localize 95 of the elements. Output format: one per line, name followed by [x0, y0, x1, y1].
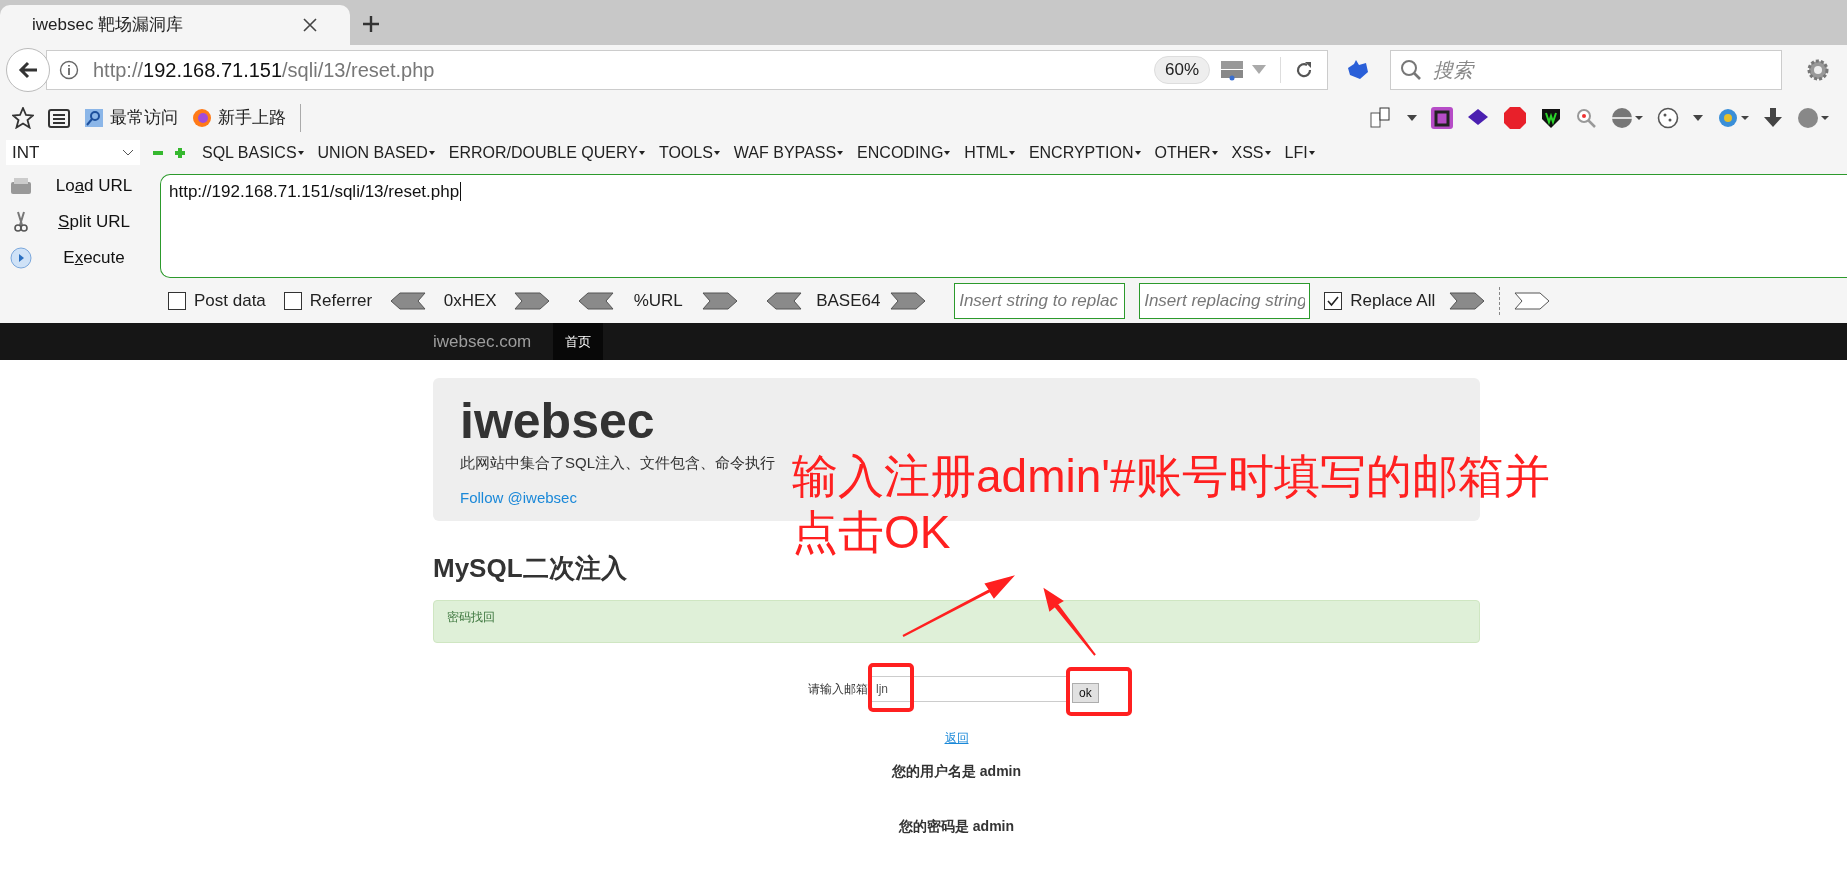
arrow	[1043, 587, 1096, 656]
dropdown-icon[interactable]	[1693, 114, 1703, 121]
left-chevron-button[interactable]	[578, 291, 615, 310]
drive-icon	[10, 176, 32, 196]
caret-icon	[1308, 150, 1315, 155]
new-tab-icon[interactable]	[362, 15, 380, 33]
option-label[interactable]: Referrer	[309, 287, 373, 314]
magnifier-icon[interactable]	[1575, 106, 1597, 129]
menu-item[interactable]: ENCRYPTION	[1028, 140, 1141, 165]
menu-item[interactable]: SQL BASICS	[202, 140, 304, 165]
option-label[interactable]: Replace All	[1350, 287, 1436, 314]
highlight-box	[1066, 667, 1132, 716]
caret-icon	[428, 150, 435, 155]
page-heading: MySQL二次注入	[433, 552, 628, 585]
right-chevron-button[interactable]	[514, 291, 551, 310]
ok-button[interactable]: ok	[1072, 683, 1099, 703]
menu-item[interactable]: ERROR/DOUBLE QUERY	[448, 140, 645, 165]
search-field[interactable]: 搜索	[1390, 50, 1782, 90]
firefox-icon	[192, 107, 212, 128]
bookmark-item[interactable]: 最常访问	[84, 104, 178, 131]
search-icon	[1400, 59, 1422, 81]
right-chevron-button[interactable]	[1514, 291, 1551, 310]
result-text: 您的密码是 admin	[898, 817, 1015, 836]
highlight-box	[868, 663, 914, 712]
option-label[interactable]: Post data	[194, 287, 266, 314]
site-brand[interactable]: iwebsec.com	[433, 328, 532, 355]
left-chevron-button[interactable]	[390, 291, 427, 310]
checkbox[interactable]	[1324, 291, 1343, 310]
caret-icon	[297, 150, 304, 155]
info-icon[interactable]	[59, 60, 79, 80]
star-icon[interactable]	[12, 106, 34, 129]
dropdown-icon[interactable]	[1407, 114, 1417, 121]
caret-icon	[1134, 150, 1141, 155]
menu-item[interactable]: TOOLS	[658, 140, 720, 165]
caret-icon	[122, 148, 134, 157]
caret-icon	[1211, 150, 1218, 155]
document-icon[interactable]	[1369, 106, 1393, 129]
back-button[interactable]	[6, 48, 50, 92]
url-bar[interactable]: http://192.168.71.151/sqli/13/reset.php 60%	[46, 50, 1328, 90]
play-icon	[10, 247, 32, 269]
menu-item[interactable]: ENCODING	[857, 140, 951, 165]
globe-icon[interactable]	[1611, 106, 1643, 129]
caret-icon	[713, 150, 720, 155]
annotation-text: 点击OK	[792, 505, 951, 560]
browser-tab[interactable]: iwebsec 靶场漏洞库	[0, 5, 350, 45]
reader-list-icon[interactable]	[48, 107, 70, 128]
settings-icon[interactable]	[1806, 58, 1830, 82]
fox-icon[interactable]	[1346, 60, 1370, 80]
url-textarea[interactable]: http://192.168.71.151/sqli/13/reset.php	[160, 174, 1847, 278]
caret-icon	[1264, 150, 1271, 155]
left-chevron-button[interactable]	[766, 291, 803, 310]
search-page-icon	[84, 107, 104, 128]
checkbox[interactable]	[283, 291, 302, 310]
caret-icon	[944, 150, 951, 155]
caret-icon	[837, 150, 844, 155]
url-text: http://192.168.71.151/sqli/13/reset.php	[93, 58, 435, 83]
menu-item[interactable]: HTML	[964, 140, 1015, 165]
menu-item[interactable]: UNION BASED	[317, 140, 435, 165]
nav-link[interactable]: 首页	[553, 323, 604, 360]
zoom-level[interactable]: 60%	[1153, 56, 1210, 84]
menu-item[interactable]: WAF BYPASS	[733, 140, 844, 165]
download-icon[interactable]	[1763, 106, 1783, 129]
type-select[interactable]: INT	[6, 140, 140, 165]
right-chevron-button[interactable]	[1449, 291, 1486, 310]
result-text: 您的用户名是 admin	[891, 762, 1022, 781]
back-link[interactable]: 返回	[944, 729, 969, 747]
menu-item[interactable]: OTHER	[1154, 140, 1218, 165]
hackbar-action-button[interactable]: Load URL	[46, 173, 142, 199]
sync-icon[interactable]	[1717, 106, 1749, 129]
email-label: 请输入邮箱	[808, 681, 868, 698]
menu-item[interactable]: XSS	[1231, 140, 1271, 165]
drive-icon[interactable]	[1220, 59, 1244, 81]
caret-icon	[1008, 150, 1015, 155]
site-title: iwebsec	[460, 392, 656, 450]
shield-icon[interactable]	[1541, 106, 1561, 129]
hackbar-action-button[interactable]: Split URL	[46, 209, 142, 235]
adblock-icon[interactable]	[1503, 105, 1527, 130]
cookie-icon[interactable]	[1657, 106, 1679, 129]
bracket-logo-icon[interactable]	[1431, 106, 1453, 129]
checkbox[interactable]	[168, 291, 186, 310]
right-chevron-button[interactable]	[890, 291, 927, 310]
replace-field[interactable]: Insert string to replac	[954, 282, 1126, 319]
hackbar-action-button[interactable]: Execute	[46, 245, 142, 271]
close-icon[interactable]	[302, 17, 318, 33]
alert: 密码找回	[433, 600, 1480, 643]
reload-icon[interactable]	[1295, 61, 1313, 79]
encoder-label: %URL	[632, 289, 684, 312]
avatar-icon[interactable]	[1797, 106, 1829, 129]
menu-item[interactable]: LFI	[1284, 140, 1315, 165]
back-arrow-icon	[17, 59, 39, 81]
bookmark-item[interactable]: 新手上路	[192, 104, 286, 131]
right-chevron-button[interactable]	[702, 291, 739, 310]
encoder-label: 0xHEX	[442, 289, 498, 312]
caret-icon	[638, 150, 645, 155]
annotation-text: 输入注册admin'#账号时填写的邮箱并	[792, 449, 1550, 504]
